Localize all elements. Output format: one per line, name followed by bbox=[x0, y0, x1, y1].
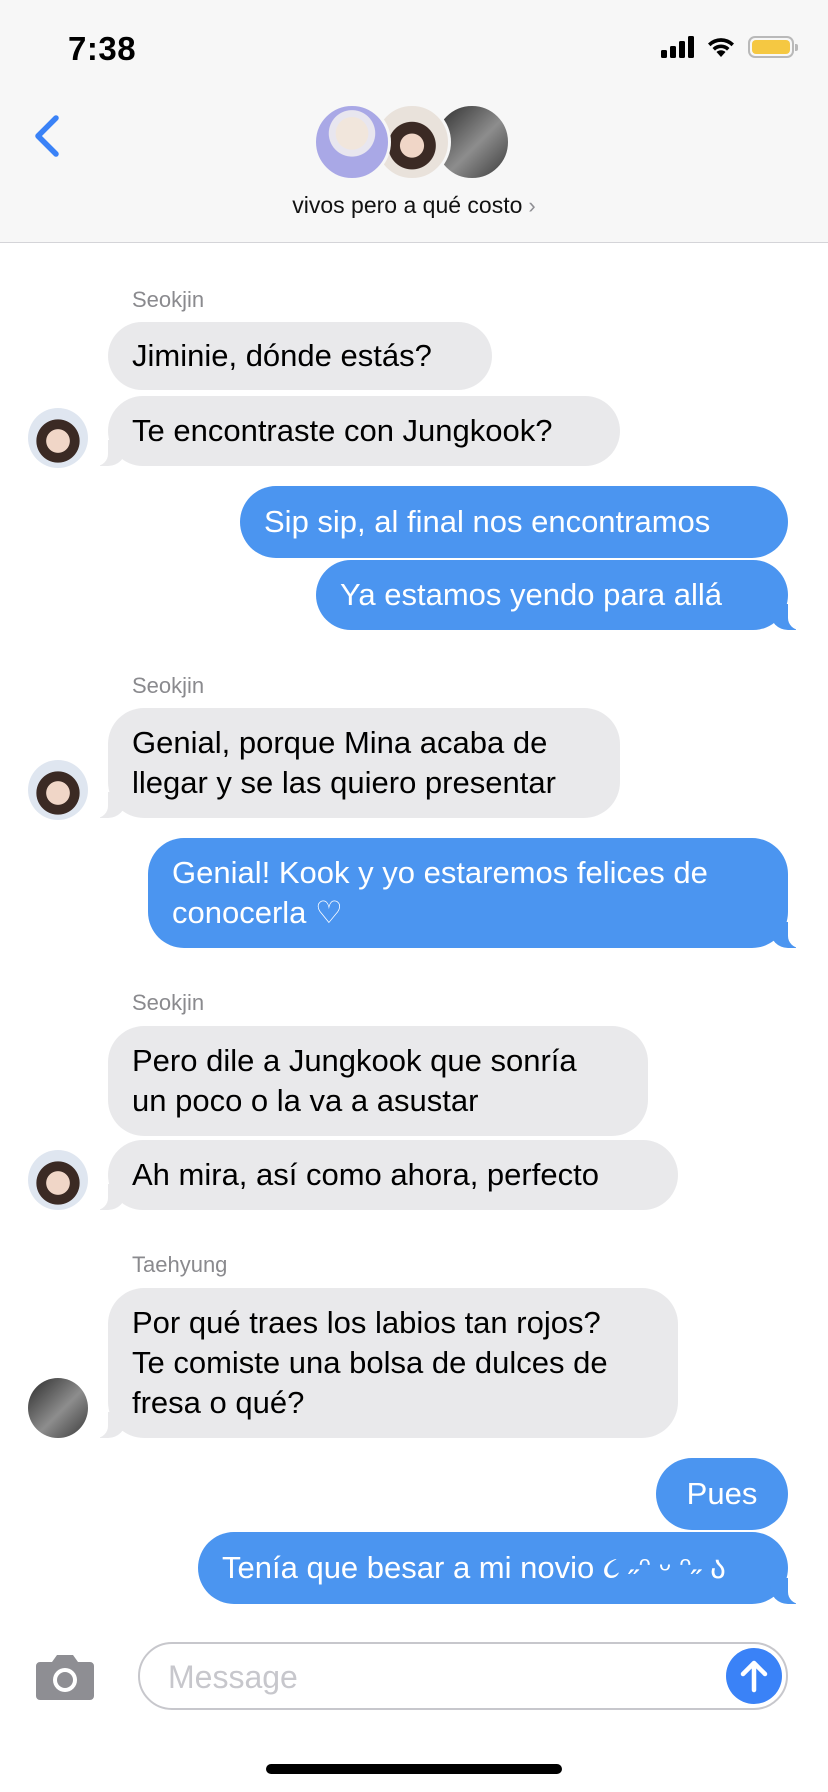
outgoing-message[interactable]: Genial! Kook y yo estaremos felices de co… bbox=[148, 838, 808, 948]
outgoing-message[interactable]: Pues bbox=[656, 1458, 788, 1530]
avatar bbox=[313, 103, 391, 181]
avatar bbox=[28, 1378, 88, 1438]
incoming-message[interactable]: Genial, porque Mina acaba de llegar y se … bbox=[88, 708, 620, 818]
outgoing-message[interactable]: Tenía que besar a mi novio ૮ ˶ᵔ ᵕ ᵔ˶ ა bbox=[198, 1532, 808, 1604]
incoming-message[interactable]: Jiminie, dónde estás? bbox=[108, 322, 492, 390]
send-button[interactable] bbox=[726, 1648, 782, 1704]
incoming-message[interactable]: Pero dile a Jungkook que sonría un poco o… bbox=[108, 1026, 648, 1136]
send-arrow-icon bbox=[740, 1660, 768, 1693]
group-name[interactable]: vivos pero a qué costo › bbox=[0, 192, 828, 219]
avatar bbox=[28, 408, 88, 468]
outgoing-message[interactable]: Ya estamos yendo para allá bbox=[316, 560, 808, 630]
avatar bbox=[28, 1150, 88, 1210]
home-indicator bbox=[266, 1764, 562, 1774]
incoming-message[interactable]: Ah mira, así como ahora, perfecto bbox=[88, 1140, 678, 1210]
sender-name: Seokjin bbox=[132, 673, 205, 698]
wifi-icon bbox=[708, 38, 734, 57]
chevron-right-icon: › bbox=[528, 193, 536, 218]
sender-name: Taehyung bbox=[132, 1252, 228, 1277]
outgoing-message[interactable]: Sip sip, al final nos encontramos bbox=[240, 486, 788, 558]
back-chevron-icon[interactable] bbox=[28, 112, 68, 160]
incoming-message[interactable]: Por qué traes los labios tan rojos? Te co… bbox=[88, 1288, 678, 1438]
message-input-container[interactable] bbox=[138, 1642, 788, 1710]
avatar bbox=[28, 760, 88, 820]
status-time: 7:38 bbox=[68, 30, 137, 67]
compose-bar bbox=[0, 1628, 828, 1792]
message-input[interactable] bbox=[166, 1656, 690, 1698]
battery-icon bbox=[748, 36, 798, 58]
camera-icon[interactable] bbox=[34, 1650, 96, 1702]
incoming-message[interactable]: Te encontraste con Jungkook? bbox=[88, 396, 620, 466]
status-icons bbox=[661, 36, 798, 58]
sender-name: Seokjin bbox=[132, 287, 205, 312]
conversation-header: 7:38 vivos pero a qué costo › bbox=[0, 0, 828, 243]
signal-icon bbox=[661, 36, 694, 58]
group-avatars[interactable] bbox=[313, 103, 513, 183]
sender-name: Seokjin bbox=[132, 990, 205, 1015]
